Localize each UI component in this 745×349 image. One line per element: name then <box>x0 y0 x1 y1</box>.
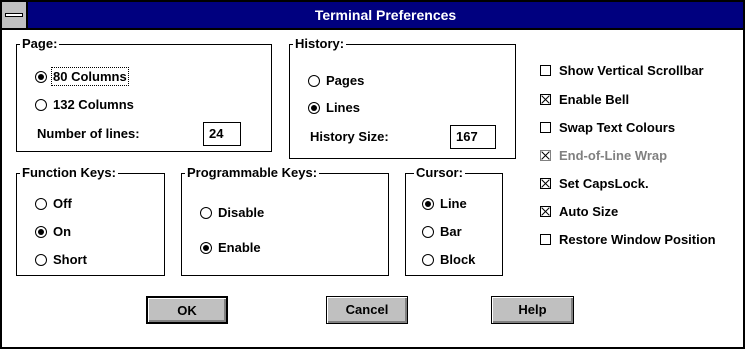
cursor-group: Cursor: Line Bar Block <box>405 165 503 276</box>
function-keys-group-label: Function Keys: <box>20 165 118 181</box>
checkbox-auto-size[interactable]: Auto Size <box>540 204 618 219</box>
radio-button[interactable] <box>35 225 47 238</box>
radio-label: Block <box>440 252 476 267</box>
radio-label: Short <box>53 252 87 267</box>
radio-button[interactable] <box>200 241 212 254</box>
number-of-lines-label: Number of lines: <box>37 126 140 141</box>
checkbox-box[interactable] <box>540 65 551 76</box>
checkbox-restore-window-position[interactable]: Restore Window Position <box>540 232 716 247</box>
checkbox-end-of-line-wrap: End-of-Line Wrap <box>540 148 667 163</box>
radio-button[interactable] <box>308 74 320 87</box>
programmable-keys-group: Programmable Keys: Disable Enable <box>181 165 389 276</box>
help-button[interactable]: Help <box>491 296 574 324</box>
checkbox-label: Show Vertical Scrollbar <box>559 63 704 78</box>
radio-button[interactable] <box>35 253 47 266</box>
radio-cursor-line[interactable]: Line <box>422 196 467 211</box>
radio-pages[interactable]: Pages <box>308 73 364 88</box>
checkbox-box[interactable] <box>540 234 551 245</box>
checkbox-label: Swap Text Colours <box>559 120 676 135</box>
checkbox-box[interactable] <box>540 178 551 189</box>
radio-label: 132 Columns <box>53 97 134 112</box>
checkbox-swap-text-colours[interactable]: Swap Text Colours <box>540 120 675 135</box>
radio-label: Bar <box>440 224 462 239</box>
history-size-label: History Size: <box>310 129 389 144</box>
checkbox-label: End-of-Line Wrap <box>559 148 668 163</box>
radio-button[interactable] <box>422 225 434 238</box>
cancel-button[interactable]: Cancel <box>326 296 408 324</box>
radio-label: Enable <box>218 240 261 255</box>
radio-cursor-block[interactable]: Block <box>422 252 475 267</box>
radio-programmable-disable[interactable]: Disable <box>200 205 264 220</box>
checkbox-box[interactable] <box>540 94 551 105</box>
radio-button[interactable] <box>308 101 320 114</box>
radio-lines[interactable]: Lines <box>308 100 360 115</box>
radio-label: Lines <box>326 100 360 115</box>
history-group: History: Pages Lines History Size: 167 <box>289 36 516 159</box>
checkbox-enable-bell[interactable]: Enable Bell <box>540 92 629 107</box>
checkbox-label: Set CapsLock. <box>559 176 649 191</box>
title-bar: Terminal Preferences <box>2 2 743 30</box>
history-group-label: History: <box>293 36 347 52</box>
radio-label: Line <box>440 196 467 211</box>
checkbox-show-vertical-scrollbar[interactable]: Show Vertical Scrollbar <box>540 63 704 78</box>
radio-label: 80 Columns <box>51 67 129 86</box>
radio-button[interactable] <box>200 206 212 219</box>
history-size-input[interactable]: 167 <box>450 125 496 149</box>
system-menu-icon[interactable] <box>2 2 28 28</box>
cursor-group-label: Cursor: <box>414 165 465 181</box>
page-group: Page: 80 Columns 132 Columns Number of l… <box>16 36 272 152</box>
radio-label: Disable <box>218 205 265 220</box>
window-title: Terminal Preferences <box>314 7 457 23</box>
checkbox-set-capslock[interactable]: Set CapsLock. <box>540 176 649 191</box>
page-group-label: Page: <box>20 36 60 52</box>
checkbox-label: Enable Bell <box>559 92 630 107</box>
checkbox-label: Auto Size <box>559 204 619 219</box>
radio-button[interactable] <box>35 70 47 83</box>
function-keys-group: Function Keys: Off On Short <box>16 165 165 276</box>
radio-button[interactable] <box>35 98 47 111</box>
radio-button[interactable] <box>35 197 47 210</box>
radio-function-keys-short[interactable]: Short <box>35 252 87 267</box>
radio-label: Pages <box>326 73 365 88</box>
radio-function-keys-off[interactable]: Off <box>35 196 72 211</box>
radio-function-keys-on[interactable]: On <box>35 224 71 239</box>
checkbox-box <box>540 150 551 161</box>
radio-132-columns[interactable]: 132 Columns <box>35 97 134 112</box>
radio-button[interactable] <box>422 253 434 266</box>
checkbox-label: Restore Window Position <box>559 232 716 247</box>
programmable-keys-group-label: Programmable Keys: <box>185 165 320 181</box>
radio-cursor-bar[interactable]: Bar <box>422 224 462 239</box>
checkbox-box[interactable] <box>540 206 551 217</box>
radio-button[interactable] <box>422 197 434 210</box>
radio-label: On <box>53 224 72 239</box>
terminal-preferences-dialog: Terminal Preferences Page: 80 Columns 13… <box>0 0 745 349</box>
ok-button[interactable]: OK <box>146 296 228 324</box>
checkbox-box[interactable] <box>540 122 551 133</box>
radio-programmable-enable[interactable]: Enable <box>200 240 261 255</box>
radio-80-columns[interactable]: 80 Columns <box>35 67 129 86</box>
number-of-lines-input[interactable]: 24 <box>203 122 241 146</box>
radio-label: Off <box>53 196 72 211</box>
